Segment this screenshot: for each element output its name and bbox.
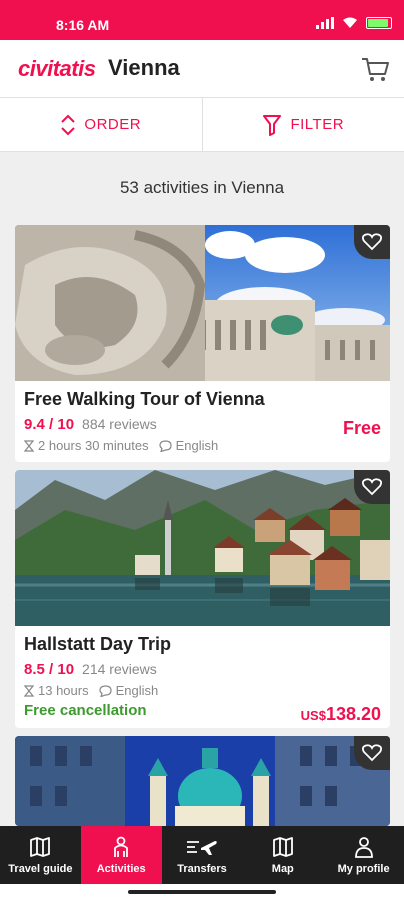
system-gesture-area [0, 884, 404, 900]
favorite-button[interactable] [354, 225, 390, 259]
nav-label: Transfers [177, 862, 227, 875]
status-bar: 8:16 AM [0, 0, 404, 40]
activity-reviews: 884 reviews [82, 416, 157, 432]
status-icons [316, 17, 392, 29]
activity-rating: 8.5 / 10 [24, 661, 75, 678]
language-text: English [175, 438, 219, 453]
activity-image[interactable] [15, 225, 390, 381]
status-time: 8:16 AM [56, 17, 110, 33]
wifi-icon [343, 17, 357, 28]
language-text: English [115, 683, 159, 698]
heart-icon [362, 233, 382, 251]
activity-rating: 9.4 / 10 [24, 416, 75, 433]
results-count: 53 activities in Vienna [119, 178, 285, 197]
rating-row: 9.4 / 10 884 reviews [24, 416, 381, 433]
heart-icon [362, 478, 382, 496]
price-amount: 138.20 [325, 704, 381, 724]
activity-info: Hallstatt Day Trip 8.5 / 10 214 reviews … [15, 626, 390, 724]
activity-card[interactable] [15, 736, 390, 826]
hourglass-icon [24, 439, 34, 452]
nav-activities[interactable]: Activities [80, 826, 162, 884]
activity-card[interactable]: Hallstatt Day Trip 8.5 / 10 214 reviews … [15, 470, 390, 728]
heart-icon [362, 744, 382, 762]
sort-filter-bar: ORDER FILTER [0, 98, 404, 152]
map-icon [272, 836, 293, 857]
language: English [98, 683, 159, 698]
home-indicator[interactable] [128, 890, 276, 894]
meta-row: 2 hours 30 minutes English [24, 438, 381, 453]
nav-label: Travel guide [8, 862, 73, 875]
nav-travel-guide[interactable]: Travel guide [0, 826, 81, 884]
profile-icon [354, 836, 373, 858]
transfer-plane-icon [186, 840, 217, 855]
price-currency: US$ [300, 708, 326, 723]
page-title: Vienna [108, 55, 180, 80]
activity-reviews: 214 reviews [82, 661, 157, 677]
person-icon [114, 836, 129, 857]
rating-row: 8.5 / 10 214 reviews [24, 661, 381, 678]
activity-title[interactable]: Free Walking Tour of Vienna [24, 389, 381, 410]
filter-label: FILTER [290, 116, 345, 133]
book-map-icon [30, 836, 51, 857]
activity-image[interactable] [15, 736, 390, 826]
speech-bubble-icon [98, 684, 112, 697]
app-header: civitatis Vienna [0, 40, 404, 98]
nav-map[interactable]: Map [242, 826, 323, 884]
activity-image[interactable] [15, 470, 390, 626]
filter-button[interactable]: FILTER [203, 98, 404, 151]
activity-title[interactable]: Hallstatt Day Trip [24, 634, 381, 655]
duration: 2 hours 30 minutes [24, 438, 149, 453]
hallstatt-photo [15, 470, 390, 626]
activity-info: Free Walking Tour of Vienna 9.4 / 10 884… [15, 381, 390, 453]
language: English [158, 438, 219, 453]
duration: 13 hours [24, 683, 89, 698]
speech-bubble-icon [158, 439, 172, 452]
brand-logo[interactable]: civitatis [18, 56, 96, 82]
meta-row: 13 hours English [24, 683, 381, 698]
nav-label: My profile [337, 862, 390, 875]
cart-icon[interactable] [360, 54, 390, 84]
vienna-palace-photo [15, 225, 390, 381]
bottom-nav: Travel guide Activities Transfers Map My… [0, 826, 404, 884]
nav-transfers[interactable]: Transfers [162, 826, 243, 884]
signal-icon [316, 17, 334, 29]
duration-text: 2 hours 30 minutes [38, 438, 149, 453]
duration-text: 13 hours [38, 683, 89, 698]
activity-price: US$138.20 [301, 704, 381, 725]
filter-funnel-icon [263, 114, 282, 136]
order-label: ORDER [84, 116, 142, 133]
battery-icon [366, 17, 392, 29]
nav-my-profile[interactable]: My profile [323, 826, 404, 884]
activity-price: Free [342, 418, 381, 438]
nav-label: Activities [96, 862, 146, 875]
church-photo [15, 736, 390, 826]
hourglass-icon [24, 684, 34, 697]
favorite-button[interactable] [354, 736, 390, 770]
favorite-button[interactable] [354, 470, 390, 504]
activity-card[interactable]: Free Walking Tour of Vienna 9.4 / 10 884… [15, 225, 390, 462]
sort-chevrons-icon [61, 114, 76, 135]
order-button[interactable]: ORDER [0, 98, 203, 151]
nav-label: Map [271, 862, 294, 875]
